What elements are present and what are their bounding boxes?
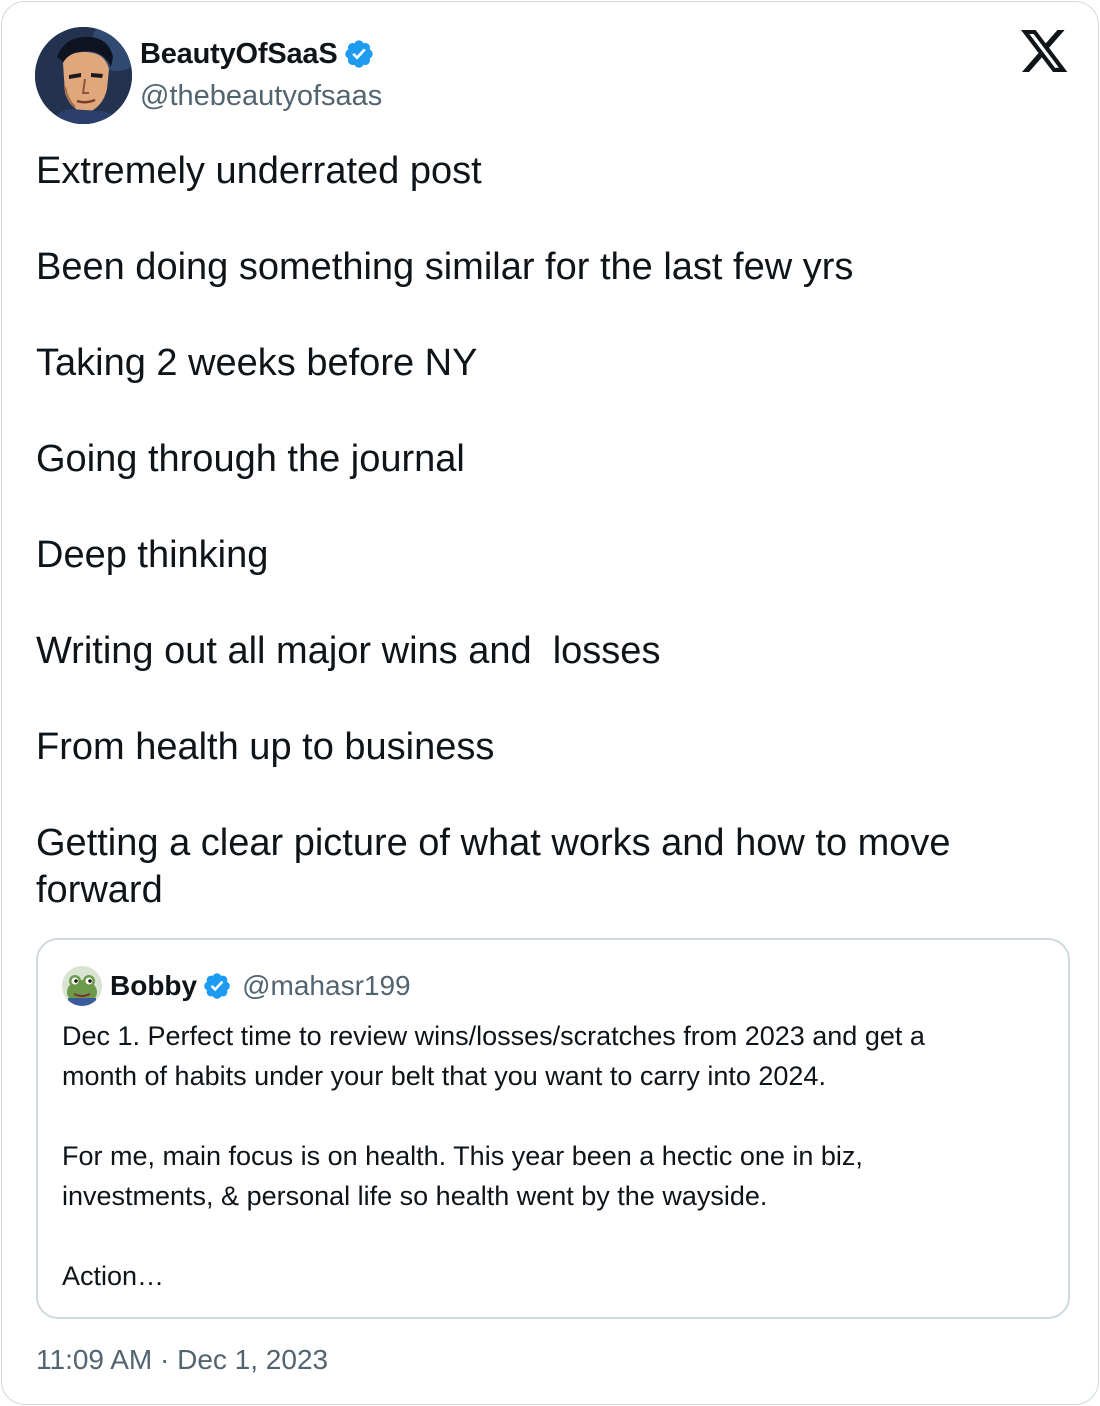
author-name[interactable]: BeautyOfSaaS — [140, 38, 338, 71]
quoted-tweet-text: Dec 1. Perfect time to review wins/losse… — [62, 1016, 1052, 1296]
quoted-tweet[interactable]: Bobby @mahasr199 Dec 1. Perfect time to … — [36, 938, 1070, 1319]
tweet-line: forward — [36, 869, 163, 911]
author-name-row: BeautyOfSaaS — [140, 35, 375, 73]
tweet-line: Writing out all major wins and losses — [36, 630, 661, 672]
quoted-tweet-line: Dec 1. Perfect time to review wins/losse… — [62, 1021, 925, 1051]
quoted-tweet-line: Action… — [62, 1261, 165, 1291]
tweet-line: Taking 2 weeks before NY — [36, 342, 478, 384]
quoted-tweet-line: investments, & personal life so health w… — [62, 1181, 768, 1211]
x-logo-icon[interactable] — [1021, 30, 1069, 76]
comic-hero-portrait-icon — [35, 27, 132, 124]
tweet-line: Deep thinking — [36, 534, 269, 576]
author-avatar[interactable] — [35, 27, 132, 124]
quoted-tweet-header: Bobby @mahasr199 — [62, 966, 411, 1006]
tweet-line: Getting a clear picture of what works an… — [36, 822, 951, 864]
quoted-tweet-line: month of habits under your belt that you… — [62, 1061, 826, 1091]
author-handle[interactable]: @thebeautyofsaas — [140, 80, 382, 113]
quoted-author-avatar[interactable] — [62, 966, 102, 1006]
verified-badge-icon — [343, 38, 375, 70]
tweet-line: From health up to business — [36, 726, 495, 768]
tweet-line: Going through the journal — [36, 438, 465, 480]
quoted-author-handle[interactable]: @mahasr199 — [242, 970, 411, 1002]
quoted-tweet-line: For me, main focus is on health. This ye… — [62, 1141, 863, 1171]
tweet-timestamp[interactable]: 11:09 AM · Dec 1, 2023 — [36, 1344, 328, 1376]
tweet-line: Extremely underrated post — [36, 150, 482, 192]
quoted-author-name[interactable]: Bobby — [110, 970, 197, 1002]
tweet-text: Extremely underrated post Been doing som… — [36, 148, 1036, 914]
frog-avatar-icon — [62, 966, 102, 1006]
tweet-line: Been doing something similar for the las… — [36, 246, 854, 288]
tweet-card: BeautyOfSaaS @thebeautyofsaas Extremely … — [1, 1, 1099, 1405]
verified-badge-icon — [202, 971, 232, 1001]
